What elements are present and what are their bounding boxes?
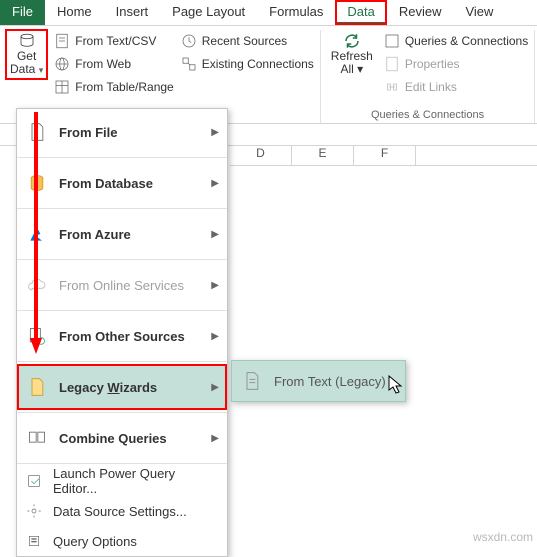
menu-legacy-u: W (107, 380, 119, 395)
get-data-dropdown: From File ▶ From Database ▶ From Azure ▶… (16, 108, 228, 557)
submenu-from-text-legacy[interactable]: From Text (Legacy) (232, 361, 405, 401)
database-icon (27, 173, 47, 193)
chevron-down-icon: ▾ (39, 65, 44, 75)
tab-file[interactable]: File (0, 0, 45, 25)
chevron-right-icon: ▶ (211, 382, 219, 393)
settings-icon (26, 503, 42, 519)
menu-from-azure[interactable]: From Azure ▶ (17, 211, 227, 257)
menu-from-other-sources[interactable]: From Other Sources ▶ (17, 313, 227, 359)
col-header[interactable]: F (354, 146, 416, 165)
menu-from-file-label: From File (59, 125, 118, 140)
menu-legacy-pre: Legacy (59, 380, 107, 395)
file-icon (27, 122, 47, 142)
links-icon (383, 78, 401, 96)
ribbon-group-queries-connections: RefreshAll ▾ Queries & Connections Prope… (321, 30, 535, 123)
refresh-all-label-2: All (340, 62, 353, 76)
menu-legacy-wizards[interactable]: Legacy Wizards ▶ (17, 364, 227, 410)
other-sources-icon (27, 326, 47, 346)
recent-icon (180, 32, 198, 50)
properties-button: Properties (383, 55, 528, 73)
from-text-csv-label: From Text/CSV (75, 34, 156, 48)
textfile-icon (53, 32, 71, 50)
menu-from-database-label: From Database (59, 176, 153, 191)
get-data-button[interactable]: GetData ▾ (6, 30, 47, 79)
menu-from-file[interactable]: From File ▶ (17, 109, 227, 155)
ribbon-tabs: File Home Insert Page Layout Formulas Da… (0, 0, 537, 26)
menu-combine-queries[interactable]: Combine Queries ▶ (17, 415, 227, 461)
tab-home[interactable]: Home (45, 0, 104, 25)
menu-launch-power-query[interactable]: Launch Power Query Editor... (17, 466, 227, 496)
recent-sources-label: Recent Sources (202, 34, 287, 48)
properties-label: Properties (405, 57, 460, 71)
launch-icon (26, 473, 42, 489)
menu-from-other-label: From Other Sources (59, 329, 185, 344)
from-table-range-button[interactable]: From Table/Range (53, 78, 174, 96)
from-text-csv-button[interactable]: From Text/CSV (53, 32, 174, 50)
from-web-button[interactable]: From Web (53, 55, 174, 73)
menu-legacy-post: izards (120, 380, 158, 395)
chevron-right-icon: ▶ (211, 280, 219, 291)
menu-from-online-services: From Online Services ▶ (17, 262, 227, 308)
refresh-all-button[interactable]: RefreshAll ▾ (327, 30, 377, 98)
get-data-label-1: Get (17, 49, 36, 63)
chevron-right-icon: ▶ (211, 331, 219, 342)
existing-connections-button[interactable]: Existing Connections (180, 55, 314, 73)
existing-connections-label: Existing Connections (202, 57, 314, 71)
queries-icon (383, 32, 401, 50)
get-data-label-2: Data (10, 62, 35, 76)
menu-combine-label: Combine Queries (59, 431, 167, 446)
legacy-file-icon (27, 377, 47, 397)
chevron-right-icon: ▶ (211, 127, 219, 138)
refresh-all-label-1: Refresh (331, 49, 373, 63)
queries-connections-button[interactable]: Queries & Connections (383, 32, 528, 50)
textfile-icon (242, 371, 262, 391)
azure-icon (27, 224, 47, 244)
menu-data-source-settings[interactable]: Data Source Settings... (17, 496, 227, 526)
properties-icon (383, 55, 401, 73)
watermark: wsxdn.com (473, 530, 533, 544)
menu-query-options-label: Query Options (53, 534, 137, 549)
options-icon (26, 533, 42, 549)
tab-formulas[interactable]: Formulas (257, 0, 335, 25)
connections-icon (180, 55, 198, 73)
tab-data[interactable]: Data (335, 0, 386, 25)
chevron-right-icon: ▶ (211, 178, 219, 189)
tab-insert[interactable]: Insert (104, 0, 161, 25)
legacy-wizards-submenu: From Text (Legacy) (231, 360, 406, 402)
refresh-icon (343, 32, 361, 50)
tab-review[interactable]: Review (387, 0, 454, 25)
menu-from-database[interactable]: From Database ▶ (17, 160, 227, 206)
table-icon (53, 78, 71, 96)
recent-sources-button[interactable]: Recent Sources (180, 32, 314, 50)
edit-links-label: Edit Links (405, 80, 457, 94)
chevron-right-icon: ▶ (211, 229, 219, 240)
submenu-from-text-label: From Text (Legacy) (274, 374, 386, 389)
col-header[interactable]: E (292, 146, 354, 165)
queries-connections-label: Queries & Connections (405, 34, 528, 48)
from-table-range-label: From Table/Range (75, 80, 174, 94)
menu-ds-settings-label: Data Source Settings... (53, 504, 187, 519)
tab-view[interactable]: View (453, 0, 505, 25)
database-icon (18, 32, 36, 50)
chevron-down-icon: ▾ (357, 62, 363, 76)
menu-from-online-label: From Online Services (59, 278, 184, 293)
from-web-label: From Web (75, 57, 131, 71)
chevron-right-icon: ▶ (211, 433, 219, 444)
menu-launch-pq-label: Launch Power Query Editor... (53, 466, 175, 496)
menu-from-azure-label: From Azure (59, 227, 131, 242)
globe-icon (53, 55, 71, 73)
cloud-icon (27, 275, 47, 295)
edit-links-button: Edit Links (383, 78, 528, 96)
combine-icon (27, 428, 47, 448)
group-queries-title: Queries & Connections (327, 107, 528, 123)
menu-query-options[interactable]: Query Options (17, 526, 227, 556)
col-header[interactable]: D (230, 146, 292, 165)
tab-pagelayout[interactable]: Page Layout (160, 0, 257, 25)
